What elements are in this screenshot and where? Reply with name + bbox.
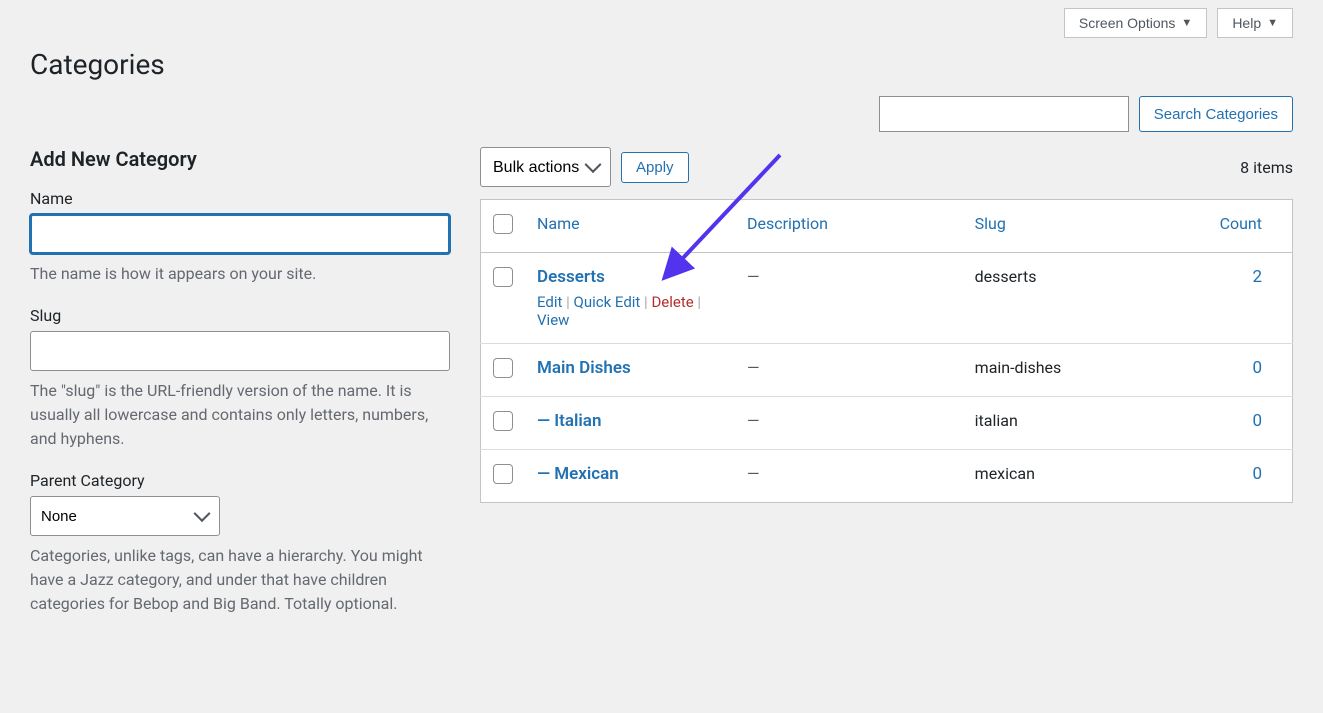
delete-link[interactable]: Delete bbox=[651, 293, 693, 311]
col-count[interactable]: Count bbox=[1220, 214, 1262, 233]
table-row: — Mexican — mexican 0 bbox=[481, 450, 1293, 503]
category-name-link[interactable]: — Italian bbox=[537, 411, 601, 431]
search-categories-button[interactable]: Search Categories bbox=[1139, 96, 1293, 132]
description-cell: — bbox=[747, 464, 760, 483]
slug-description: The "slug" is the URL-friendly version o… bbox=[30, 379, 450, 451]
slug-cell: main-dishes bbox=[963, 344, 1203, 397]
category-name-link[interactable]: Desserts bbox=[537, 267, 605, 287]
row-checkbox[interactable] bbox=[493, 411, 513, 431]
row-checkbox[interactable] bbox=[493, 358, 513, 378]
view-link[interactable]: View bbox=[537, 311, 569, 329]
col-description[interactable]: Description bbox=[747, 214, 828, 233]
name-label: Name bbox=[30, 189, 450, 208]
slug-label: Slug bbox=[30, 306, 450, 325]
category-name-link[interactable]: — Mexican bbox=[537, 464, 619, 484]
quick-edit-link[interactable]: Quick Edit bbox=[574, 293, 641, 311]
slug-cell: italian bbox=[963, 397, 1203, 450]
items-count: 8 items bbox=[1240, 158, 1293, 177]
screen-options-label: Screen Options bbox=[1079, 15, 1176, 31]
description-cell: — bbox=[747, 411, 760, 430]
slug-input[interactable] bbox=[30, 331, 450, 371]
table-row: Main Dishes — main-dishes 0 bbox=[481, 344, 1293, 397]
col-name[interactable]: Name bbox=[537, 214, 580, 233]
slug-cell: mexican bbox=[963, 450, 1203, 503]
help-button[interactable]: Help ▼ bbox=[1217, 8, 1293, 38]
row-checkbox[interactable] bbox=[493, 464, 513, 484]
category-name-link[interactable]: Main Dishes bbox=[537, 358, 631, 378]
row-actions: Edit | Quick Edit | Delete | View bbox=[537, 293, 723, 329]
row-checkbox[interactable] bbox=[493, 267, 513, 287]
description-cell: — bbox=[747, 358, 760, 377]
count-link[interactable]: 0 bbox=[1252, 411, 1262, 431]
name-description: The name is how it appears on your site. bbox=[30, 262, 450, 286]
add-new-heading: Add New Category bbox=[30, 147, 450, 171]
search-input[interactable] bbox=[879, 96, 1129, 132]
edit-link[interactable]: Edit bbox=[537, 293, 562, 311]
count-link[interactable]: 0 bbox=[1252, 464, 1262, 484]
table-row: Desserts Edit | Quick Edit | Delete | Vie… bbox=[481, 253, 1293, 344]
col-slug[interactable]: Slug bbox=[975, 214, 1006, 233]
parent-category-select[interactable]: None bbox=[30, 496, 220, 536]
count-link[interactable]: 0 bbox=[1252, 358, 1262, 378]
screen-options-button[interactable]: Screen Options ▼ bbox=[1064, 8, 1207, 38]
page-title: Categories bbox=[30, 48, 1293, 81]
parent-description: Categories, unlike tags, can have a hier… bbox=[30, 544, 450, 616]
categories-table: Name Description Slug Count Desserts Edit… bbox=[480, 199, 1293, 503]
help-label: Help bbox=[1232, 15, 1261, 31]
parent-label: Parent Category bbox=[30, 471, 450, 490]
count-link[interactable]: 2 bbox=[1252, 267, 1262, 287]
description-cell: — bbox=[747, 267, 760, 286]
name-input[interactable] bbox=[30, 214, 450, 254]
slug-cell: desserts bbox=[963, 253, 1203, 344]
caret-down-icon: ▼ bbox=[1181, 17, 1192, 29]
apply-button[interactable]: Apply bbox=[621, 152, 689, 183]
select-all-checkbox[interactable] bbox=[493, 214, 513, 234]
caret-down-icon: ▼ bbox=[1267, 17, 1278, 29]
table-row: — Italian — italian 0 bbox=[481, 397, 1293, 450]
bulk-actions-select[interactable]: Bulk actions bbox=[480, 147, 611, 187]
